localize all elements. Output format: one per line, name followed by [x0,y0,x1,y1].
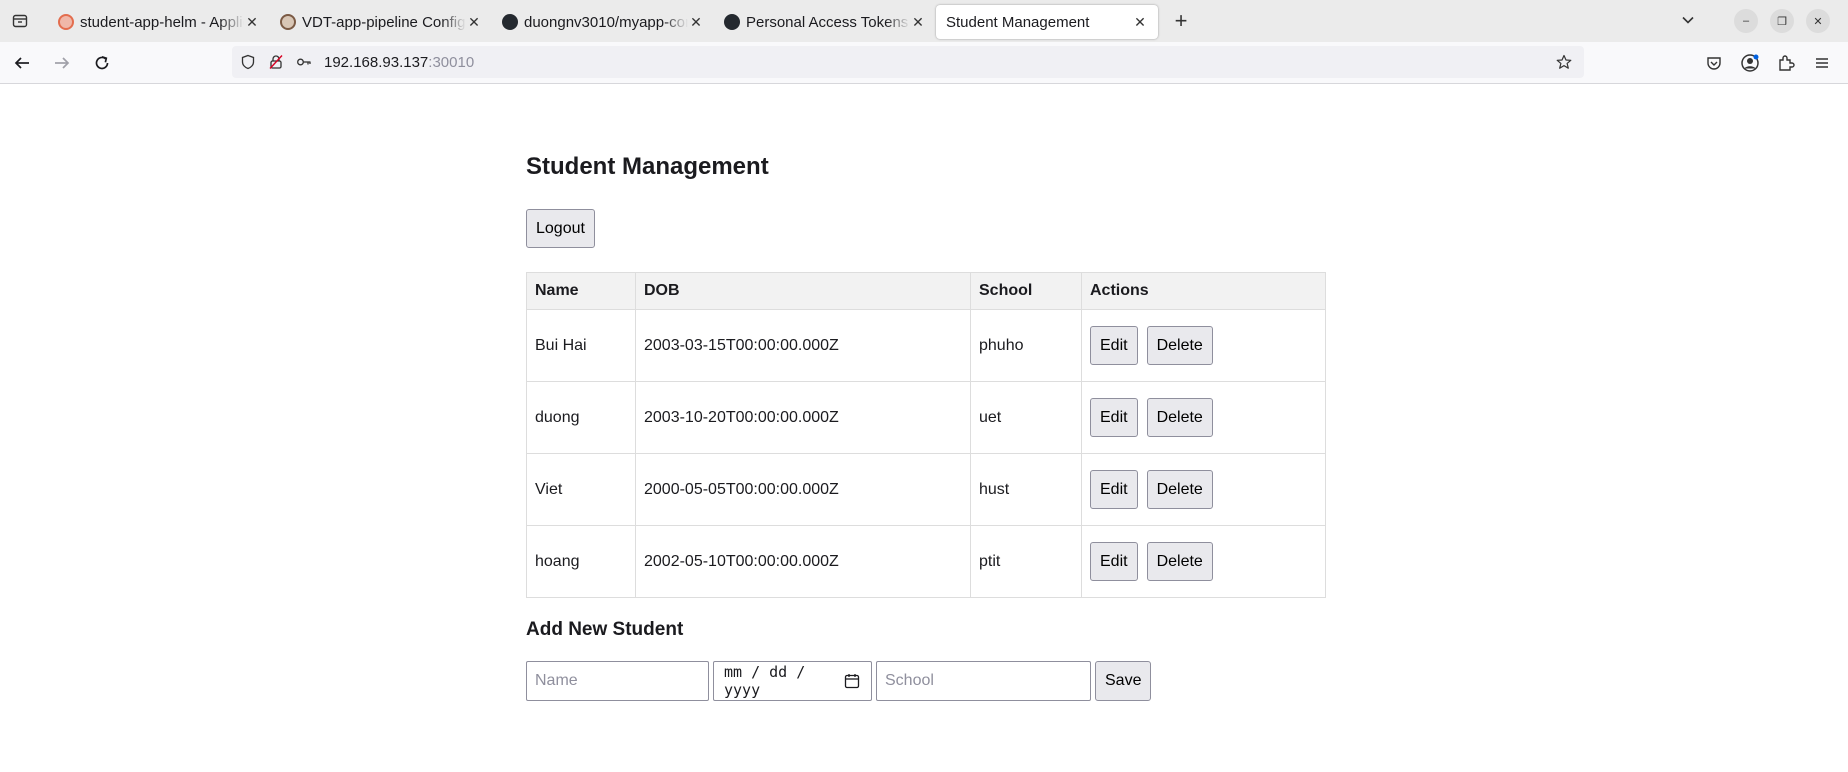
row-actions: Edit Delete [1081,453,1326,526]
github-icon [502,14,518,30]
page-content: Student Management Logout Name DOB Schoo… [526,84,1326,701]
dob-date-input[interactable]: mm / dd / yyyy [713,661,872,701]
table-row: hoang 2002-05-10T00:00:00.000Z ptit Edit… [526,525,1326,598]
close-window-icon[interactable]: ✕ [1806,9,1830,33]
student-school: phuho [970,309,1082,382]
student-name: Bui Hai [526,309,636,382]
extensions-icon[interactable] [1772,47,1800,79]
tab-argocd[interactable]: student-app-helm - Applic ✕ [48,5,270,39]
column-header-dob: DOB [635,272,971,310]
add-student-form: mm / dd / yyyy Save [526,661,1326,701]
student-name: hoang [526,525,636,598]
student-school: ptit [970,525,1082,598]
column-header-school: School [970,272,1082,310]
edit-button[interactable]: Edit [1090,542,1138,581]
insecure-lock-icon[interactable] [264,50,288,74]
minimize-icon[interactable]: – [1734,9,1758,33]
page-title: Student Management [526,153,769,180]
edit-button[interactable]: Edit [1090,398,1138,437]
delete-button[interactable]: Delete [1146,542,1213,581]
tab-github-repo[interactable]: duongnv3010/myapp-con ✕ [492,5,714,39]
new-tab-icon[interactable]: + [1166,8,1196,34]
students-table: Name DOB School Actions Bui Hai 2003-03-… [526,272,1326,598]
calendar-icon[interactable] [844,672,861,690]
table-row: duong 2003-10-20T00:00:00.000Z uet Edit D… [526,381,1326,454]
argocd-icon [58,14,74,30]
column-header-actions: Actions [1081,272,1326,310]
delete-button[interactable]: Delete [1146,398,1213,437]
save-button[interactable]: Save [1095,661,1152,701]
url-bar[interactable]: 192.168.93.137:30010 [232,46,1584,78]
date-placeholder: mm / dd / yyyy [724,663,806,699]
table-row: Bui Hai 2003-03-15T00:00:00.000Z phuho E… [526,309,1326,382]
close-icon[interactable]: ✕ [466,14,482,31]
add-student-heading: Add New Student [526,619,684,640]
menu-icon[interactable] [1808,47,1836,79]
close-icon[interactable]: ✕ [1132,14,1148,31]
shield-icon[interactable] [236,50,260,74]
tab-jenkins[interactable]: VDT-app-pipeline Config ✕ [270,5,492,39]
jenkins-icon [280,14,296,30]
tab-title: student-app-helm - Applic [80,13,244,31]
url-text[interactable]: 192.168.93.137:30010 [324,54,474,71]
close-icon[interactable]: ✕ [244,14,260,31]
close-icon[interactable]: ✕ [688,14,704,31]
tab-title: Student Management [946,13,1090,31]
row-actions: Edit Delete [1081,525,1326,598]
student-dob: 2003-10-20T00:00:00.000Z [635,381,971,454]
nav-bar: 192.168.93.137:30010 [0,42,1848,84]
tab-title: VDT-app-pipeline Config [302,13,466,31]
tab-title: Personal Access Tokens (G [746,13,910,31]
tab-list-icon[interactable] [0,0,40,42]
bookmark-star-icon[interactable] [1552,50,1576,74]
tab-bar: student-app-helm - Applic ✕ VDT-app-pipe… [0,0,1848,42]
student-school: uet [970,381,1082,454]
window-controls: – ❐ ✕ [1734,0,1830,42]
delete-button[interactable]: Delete [1146,470,1213,509]
account-icon[interactable] [1736,47,1764,79]
pocket-icon[interactable] [1700,47,1728,79]
edit-button[interactable]: Edit [1090,326,1138,365]
github-icon [724,14,740,30]
table-header-row: Name DOB School Actions [526,272,1326,310]
student-name: duong [526,381,636,454]
tab-student-management[interactable]: Student Management ✕ [936,5,1158,39]
tab-github-tokens[interactable]: Personal Access Tokens (G ✕ [714,5,936,39]
student-dob: 2002-05-10T00:00:00.000Z [635,525,971,598]
logout-button[interactable]: Logout [526,209,595,248]
chevron-down-icon[interactable] [1678,10,1698,30]
reload-icon[interactable] [84,47,120,79]
row-actions: Edit Delete [1081,381,1326,454]
delete-button[interactable]: Delete [1146,326,1213,365]
url-port: :30010 [428,53,475,71]
forward-arrow-icon[interactable] [44,47,80,79]
restore-icon[interactable]: ❐ [1770,9,1794,33]
row-actions: Edit Delete [1081,309,1326,382]
student-dob: 2003-03-15T00:00:00.000Z [635,309,971,382]
column-header-name: Name [526,272,636,310]
student-name: Viet [526,453,636,526]
close-icon[interactable]: ✕ [910,14,926,31]
edit-button[interactable]: Edit [1090,470,1138,509]
school-input[interactable] [876,661,1091,701]
url-host: 192.168.93.137 [324,53,429,71]
name-input[interactable] [526,661,709,701]
tab-title: duongnv3010/myapp-con [524,13,688,31]
table-row: Viet 2000-05-05T00:00:00.000Z hust Edit D… [526,453,1326,526]
key-icon[interactable] [292,50,316,74]
toolbar-right [1700,42,1848,84]
back-arrow-icon[interactable] [4,47,40,79]
student-school: hust [970,453,1082,526]
student-dob: 2000-05-05T00:00:00.000Z [635,453,971,526]
